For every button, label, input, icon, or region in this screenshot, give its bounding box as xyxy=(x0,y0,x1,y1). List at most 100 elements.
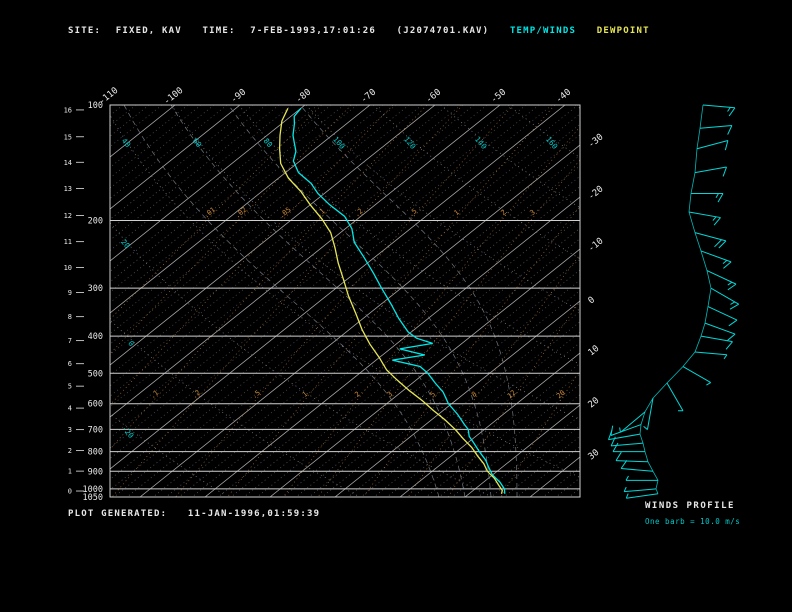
mixing-ratio-label: 1 xyxy=(453,208,461,217)
isotherm-minor xyxy=(23,105,513,497)
winds-profile-caption: One barb = 10.0 m/s xyxy=(645,517,740,526)
pressure-axis-label: 700 xyxy=(88,425,103,435)
dry-adiabat xyxy=(373,105,792,495)
dry-adiabat-label: 140 xyxy=(473,135,489,152)
isotherm-minor xyxy=(0,105,58,497)
moist-adiabat xyxy=(229,105,492,497)
wind-barb xyxy=(695,167,727,176)
isotherm-minor xyxy=(0,105,162,497)
isotherm-minor xyxy=(296,105,786,497)
wind-profile-line xyxy=(640,105,711,494)
mixing-ratio-line xyxy=(68,105,427,497)
dry-adiabat xyxy=(575,105,792,495)
isotherm-minor xyxy=(0,105,318,497)
footer: PLOT GENERATED: 11-JAN-1996,01:59:39 xyxy=(68,509,334,519)
isotherm-major xyxy=(75,105,565,497)
mixing-ratio-label: 5 xyxy=(429,390,437,399)
winds-profile xyxy=(608,105,738,498)
mixing-ratio-label: 3 xyxy=(528,208,536,217)
isotherm-minor xyxy=(569,105,792,497)
isotherm-label-top: -100 xyxy=(162,86,185,107)
wind-barb xyxy=(701,336,733,349)
wind-barb xyxy=(624,487,656,492)
isotherm-label-top: -60 xyxy=(424,87,443,105)
height-tick-label: 11 xyxy=(64,238,72,246)
mixing-ratio-label: .02 xyxy=(233,206,248,220)
isotherm-minor xyxy=(101,105,591,497)
dry-adiabat xyxy=(643,105,792,495)
wind-barb xyxy=(700,126,732,135)
height-tick-label: 8 xyxy=(68,313,72,321)
wind-barb xyxy=(626,476,658,480)
isotherm-major xyxy=(0,105,370,497)
height-tick-label: 16 xyxy=(64,106,72,114)
mixing-ratio-label: 1 xyxy=(301,390,309,399)
isotherm-major xyxy=(140,105,630,497)
isotherm-label-top: -90 xyxy=(229,87,248,105)
time-value: 7-FEB-1993,17:01:26 xyxy=(250,26,376,36)
isotherm-label-right: 20 xyxy=(587,396,602,411)
isotherm-minor xyxy=(0,105,383,497)
legend-temp-winds: TEMP/WINDS xyxy=(510,26,576,36)
isotherm-minor xyxy=(0,105,292,497)
dry-adiabat-label: 160 xyxy=(544,135,560,152)
isotherm-minor xyxy=(0,105,149,497)
isotherm-minor xyxy=(0,105,123,497)
mixing-ratio-line xyxy=(228,105,555,497)
pressure-axis-label: 1050 xyxy=(83,493,103,503)
isotherm-major xyxy=(530,105,792,497)
isotherm-minor xyxy=(166,105,656,497)
legend-dewpoint: DEWPOINT xyxy=(597,26,650,36)
height-tick-label: 10 xyxy=(64,264,72,272)
time-label: TIME: xyxy=(203,26,236,36)
isotherm-minor xyxy=(114,105,604,497)
isotherm-label-top: -70 xyxy=(359,87,378,105)
pressure-axis-label: 600 xyxy=(88,400,103,410)
isotherm-minor xyxy=(374,105,792,497)
pressure-axis-label: 500 xyxy=(88,369,103,379)
wind-barb xyxy=(667,383,683,411)
isotherm-major xyxy=(10,105,500,497)
isotherm-minor xyxy=(0,105,71,497)
plot-generated-label: PLOT GENERATED: xyxy=(68,509,167,519)
wind-barb xyxy=(703,105,735,116)
isotherm-label-top: -50 xyxy=(489,87,508,105)
mixing-ratio-label: 8 xyxy=(470,390,478,399)
wind-barb xyxy=(616,452,648,462)
pressure-axis-label: 900 xyxy=(88,467,103,477)
isotherm-minor xyxy=(127,105,617,497)
isotherm-minor xyxy=(231,105,721,497)
site-label: SITE: xyxy=(68,26,101,36)
isotherm-major xyxy=(0,105,110,497)
wind-barb xyxy=(626,494,658,499)
height-tick-label: 2 xyxy=(68,447,72,455)
isotherm-minor xyxy=(62,105,552,497)
dry-adiabat-label: 60 xyxy=(191,136,204,149)
wind-barb xyxy=(611,425,641,436)
pressure-axis-label: 200 xyxy=(88,217,103,227)
mixing-ratio-line xyxy=(408,105,696,497)
dry-adiabat xyxy=(37,105,489,495)
height-tick-label: 3 xyxy=(68,426,72,434)
isotherm-label-top: -110 xyxy=(97,86,120,107)
pressure-axis-label: 400 xyxy=(88,332,103,342)
pressure-axis-label: 800 xyxy=(88,448,103,458)
isotherm-minor xyxy=(0,105,279,497)
height-tick-label: 7 xyxy=(68,337,72,345)
height-tick-label: 4 xyxy=(68,405,72,413)
isotherm-label-right: 10 xyxy=(587,344,602,359)
isotherm-major xyxy=(335,105,792,497)
dry-adiabat xyxy=(508,105,792,495)
mixing-ratio-label: .2 xyxy=(353,207,365,219)
sounding-app: 1002003004005006007008009001000105001234… xyxy=(0,0,792,612)
isotherm-label-right: 30 xyxy=(587,448,602,463)
mixing-ratio-line xyxy=(112,105,463,497)
pressure-axis-label: 300 xyxy=(88,284,103,294)
isotherm-label-right: 0 xyxy=(587,295,598,306)
mixing-ratio-label: .1 xyxy=(315,207,327,219)
isotherm-minor xyxy=(0,105,253,497)
plot-generated-value: 11-JAN-1996,01:59:39 xyxy=(188,509,320,519)
isotherm-minor xyxy=(88,105,578,497)
isotherm-minor xyxy=(348,105,792,497)
mixing-ratio-line xyxy=(26,105,393,497)
